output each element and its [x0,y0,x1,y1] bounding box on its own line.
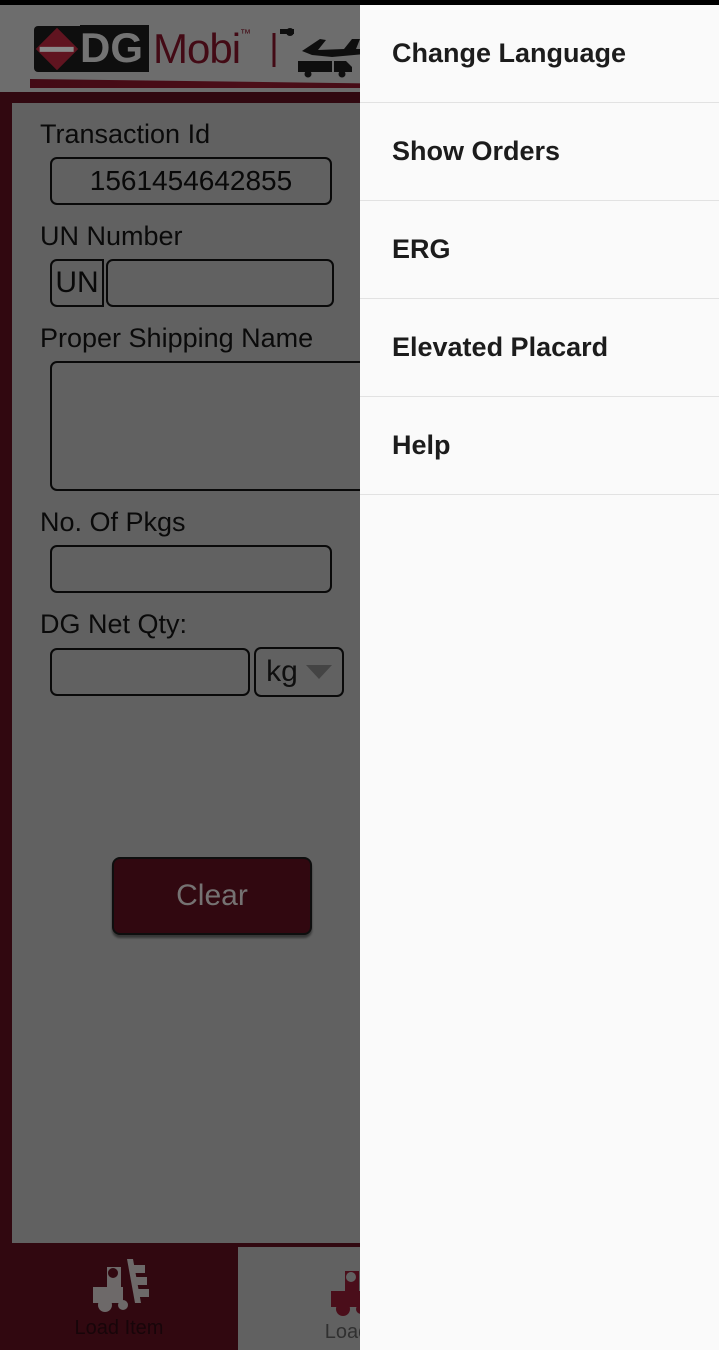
un-number-input[interactable] [106,259,334,307]
forklift-icon [93,1259,149,1312]
unit-value: kg [266,655,298,688]
clear-button[interactable]: Clear [112,857,312,935]
menu-item-show-orders[interactable]: Show Orders [360,103,719,201]
tab-load-item[interactable]: Load Item [0,1243,238,1350]
menu-item-erg[interactable]: ERG [360,201,719,299]
side-menu-panel: Change Language Show Orders ERG Elevated… [360,5,719,1350]
chevron-down-icon [305,665,332,679]
logo-mobi-text: Mobi [153,24,241,72]
tab-load-item-label: Load Item [74,1317,164,1339]
app-root: DG Mobi ™ Transaction Id 1561454642855 U… [0,0,719,1350]
logo-dg-text: DG [80,25,149,72]
dg-net-qty-input[interactable] [50,648,250,696]
menu-item-elevated-placard[interactable]: Elevated Placard [360,299,719,397]
menu-item-change-language[interactable]: Change Language [360,5,719,103]
dg-diamond-icon [34,25,80,72]
un-prefix-label: UN [50,259,104,307]
no-of-pkgs-input[interactable] [50,545,332,593]
menu-item-help[interactable]: Help [360,397,719,495]
logo-trademark: ™ [240,28,252,40]
logo-swoosh [30,79,410,88]
app-logo: DG Mobi ™ [34,25,251,72]
transaction-id-input[interactable]: 1561454642855 [50,157,332,205]
dg-net-qty-unit-select[interactable]: kg [254,647,344,697]
